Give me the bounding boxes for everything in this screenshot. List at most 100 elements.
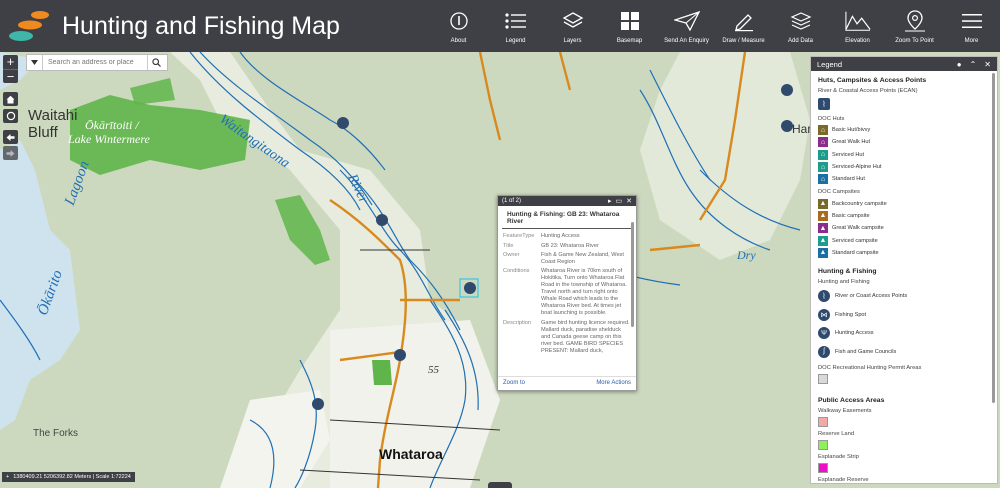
legend-group-title: River & Coastal Access Points (ECAN) xyxy=(818,88,918,94)
hut-icon: ⌂ xyxy=(818,174,828,185)
paper-plane-icon xyxy=(673,8,700,34)
legend-group-title: Hunting and Fishing xyxy=(818,278,870,285)
popup-maximize-button[interactable]: ▭ xyxy=(616,197,623,205)
app-logo-icon xyxy=(9,11,49,41)
popup-row: Title GB 23: Whataroa River xyxy=(503,241,631,250)
hut-icon: ⌂ xyxy=(818,137,828,148)
legend-scrollbar[interactable] xyxy=(992,73,995,403)
previous-extent-button[interactable] xyxy=(3,130,18,144)
popup-footer: Zoom to More Actions xyxy=(498,376,636,390)
legend-item: ᚱ River or Coast Access Points xyxy=(818,287,990,306)
popup-scrollbar[interactable] xyxy=(631,222,634,327)
toolbar-button-paper-plane[interactable]: Send An Enquiry xyxy=(658,0,715,52)
coordinate-scale-bar: + 1380409.21 5206392.82 Meters | Scale 1… xyxy=(2,472,135,482)
zoom-out-button[interactable]: − xyxy=(3,69,18,83)
popup-next-button[interactable]: ▸ xyxy=(608,197,612,205)
legend-group-title: DOC Campsites xyxy=(818,189,860,196)
popup-count: (1 of 2) xyxy=(502,198,522,204)
toolbar: About Legend Layers Basemap Send An Enquiry D… xyxy=(430,0,1000,52)
legend-item: ʃ Fish and Game Councils xyxy=(818,342,990,361)
zoom-control: + − xyxy=(3,55,18,83)
tent-icon: ▲ xyxy=(818,223,828,234)
toolbar-button-label: About xyxy=(450,38,467,44)
legend-collapse-button[interactable]: ⌃ xyxy=(970,60,977,69)
pencil-icon xyxy=(731,8,757,34)
app-root: Waitahi Bluff Ōkārītoiti / Lake Winterme… xyxy=(0,0,1000,488)
arrow-left-icon xyxy=(6,133,15,141)
deer-icon: Ψ xyxy=(818,327,830,340)
home-button[interactable] xyxy=(3,92,18,106)
toolbar-button-map-pin[interactable]: Zoom To Point xyxy=(886,0,943,52)
more-actions-link[interactable]: More Actions xyxy=(596,380,631,387)
legend-item: ▲ Standard campsite xyxy=(818,247,990,259)
legend-info-button[interactable]: ● xyxy=(957,60,962,69)
legend-section-title: Public Access Areas xyxy=(818,396,885,404)
toolbar-button-legend[interactable]: Legend xyxy=(487,0,544,52)
legend-item-label: Basic campsite xyxy=(832,212,870,219)
legend-close-button[interactable]: ✕ xyxy=(984,60,991,69)
legend-item-label: Fish and Game Councils xyxy=(835,348,897,355)
popup-row-value: Game bird hunting licence required. Mall… xyxy=(541,319,630,354)
toolbar-button-label: Add Data xyxy=(787,38,814,44)
popup-row-value: Whataroa River is 70km south of Hokitika… xyxy=(541,268,627,317)
next-extent-button[interactable] xyxy=(3,146,18,160)
toolbar-button-elevation[interactable]: Elevation xyxy=(829,0,886,52)
legend-item-label: Great Walk Hut xyxy=(832,139,871,146)
legend-item: ⋈ Fishing Spot xyxy=(818,305,990,324)
legend-group-title: DOC Recreational Hunting Permit Areas xyxy=(818,364,922,371)
legend-item-label: Serviced campsite xyxy=(832,237,878,244)
app-title: Hunting and Fishing Map xyxy=(62,12,340,40)
legend-swatch xyxy=(818,439,828,450)
popup-attributes-table: FeatureType Hunting Access Title GB 23: Wh… xyxy=(503,232,631,356)
legend-public-access-list: Walkway Easements Reserve Land Esplanade S… xyxy=(818,407,990,483)
search-source-dropdown[interactable] xyxy=(27,55,43,70)
locate-button[interactable] xyxy=(3,109,18,123)
popup-title: Hunting & Fishing: GB 23: Whataroa River xyxy=(502,206,632,229)
map-label-waitahi: Waitahi xyxy=(28,107,78,124)
toolbar-button-layers[interactable]: Layers xyxy=(544,0,601,52)
zoom-in-button[interactable]: + xyxy=(3,55,18,69)
toolbar-button-basemap[interactable]: Basemap xyxy=(601,0,658,52)
legend-item-label: Standard Hut xyxy=(832,176,865,183)
arrow-right-icon xyxy=(6,149,15,157)
legend-item-label: Esplanade Strip xyxy=(818,453,859,460)
basemap-icon xyxy=(617,8,643,34)
toolbar-button-add-data[interactable]: Add Data xyxy=(772,0,829,52)
feature-popup: (1 of 2) ▸ ▭ ✕ Hunting & Fishing: GB 23:… xyxy=(497,195,637,391)
toolbar-button-menu[interactable]: More xyxy=(943,0,1000,52)
toolbar-button-info[interactable]: About xyxy=(430,0,487,52)
legend-item: ▲ Backcountry campsite xyxy=(818,197,990,209)
map-label-whataroa: Whataroa xyxy=(379,446,443,462)
legend-item-label: Walkway Easements xyxy=(818,407,872,414)
legend-header: Legend ● ⌃ ✕ xyxy=(811,57,997,71)
coordinate-toggle-icon[interactable]: + xyxy=(6,474,9,480)
info-icon xyxy=(446,8,472,34)
search-box xyxy=(26,54,168,71)
attribute-table-tab[interactable] xyxy=(488,482,512,488)
hut-icon: ⌂ xyxy=(818,149,828,160)
legend-item: ⌂ Serviced-Alpine Hut xyxy=(818,161,990,173)
legend-item: ▲ Basic campsite xyxy=(818,210,990,222)
toolbar-button-pencil[interactable]: Draw / Measure xyxy=(715,0,772,52)
search-button[interactable] xyxy=(147,55,164,70)
popup-row: Owner Fish & Game New Zealand, West Coast… xyxy=(503,251,631,267)
popup-close-button[interactable]: ✕ xyxy=(626,197,632,205)
legend-item-label: Great Walk campsite xyxy=(832,225,884,232)
legend-hunting-fishing-list: ᚱ River or Coast Access Points ⋈ Fishing Sp… xyxy=(818,287,990,361)
home-icon xyxy=(6,95,15,103)
search-icon xyxy=(151,58,161,67)
locate-icon xyxy=(6,111,15,121)
toolbar-button-label: Legend xyxy=(505,38,526,44)
search-input[interactable] xyxy=(43,59,147,66)
legend-section-title: Hunting & Fishing xyxy=(818,267,877,275)
tent-icon: ▲ xyxy=(818,210,828,221)
menu-icon xyxy=(959,8,985,34)
popup-row: FeatureType Hunting Access xyxy=(503,232,631,241)
toolbar-button-label: Layers xyxy=(563,38,582,44)
caret-down-icon xyxy=(31,60,38,65)
walker-icon: ᚱ xyxy=(818,98,830,110)
legend-item-label: Standard campsite xyxy=(832,249,879,256)
zoom-to-link[interactable]: Zoom to xyxy=(503,380,525,387)
